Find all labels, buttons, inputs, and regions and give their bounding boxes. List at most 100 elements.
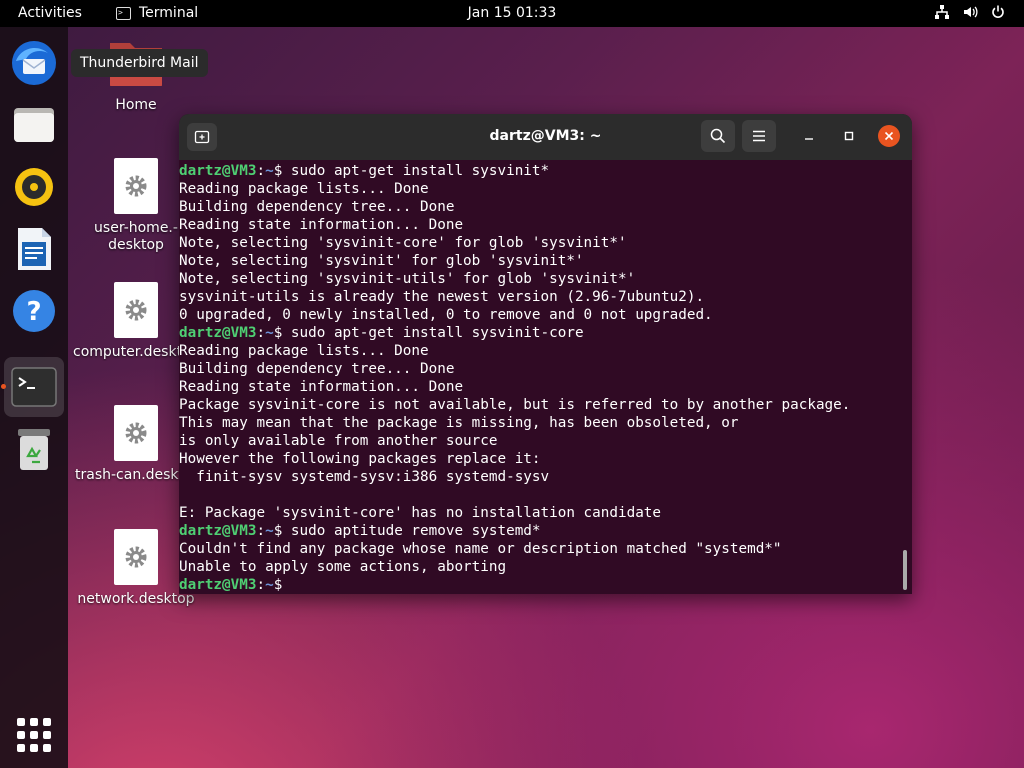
line-text: Note, selecting 'sysvinit-core' for glob… xyxy=(179,235,627,251)
terminal-icon: > xyxy=(116,6,131,20)
terminal-output-line: Building dependency tree... Done xyxy=(179,198,904,216)
terminal-output-line: Reading package lists... Done xyxy=(179,342,904,360)
desktop-file-tile xyxy=(114,158,158,214)
terminal-output-line: Building dependency tree... Done xyxy=(179,360,904,378)
dock-item-files[interactable] xyxy=(4,95,64,155)
dock-item-terminal[interactable] xyxy=(4,357,64,417)
activities-button[interactable]: Activities xyxy=(18,5,82,21)
line-text: E: Package 'sysvinit-core' has no instal… xyxy=(179,505,662,521)
line-text: $ sudo apt-get install sysvinit-core xyxy=(273,325,584,341)
terminal-output-line: 0 upgraded, 0 newly installed, 0 to remo… xyxy=(179,306,904,324)
search-button[interactable] xyxy=(701,120,735,152)
gear-icon xyxy=(125,546,147,568)
desktop-icon-label: Home xyxy=(115,97,157,113)
prompt-path: ~ xyxy=(265,577,274,593)
line-text: This may mean that the package is missin… xyxy=(179,415,739,431)
top-bar: Activities > Terminal Jan 15 01:33 xyxy=(0,0,1024,27)
line-text: Note, selecting 'sysvinit' for glob 'sys… xyxy=(179,253,584,269)
terminal-output-line: Couldn't find any package whose name or … xyxy=(179,540,904,558)
desktop-file-tile xyxy=(114,529,158,585)
desktop-file-tile xyxy=(114,405,158,461)
terminal-output-line: is only available from another source xyxy=(179,432,904,450)
terminal-output-line: Unable to apply some actions, aborting xyxy=(179,558,904,576)
dock-item-writer[interactable] xyxy=(4,219,64,279)
line-text: Note, selecting 'sysvinit-utils' for glo… xyxy=(179,271,636,287)
terminal-output-line: Note, selecting 'sysvinit' for glob 'sys… xyxy=(179,252,904,270)
clock[interactable]: Jan 15 01:33 xyxy=(468,5,557,21)
hamburger-icon xyxy=(753,130,765,142)
svg-text:?: ? xyxy=(26,297,41,327)
line-text: Reading state information... Done xyxy=(179,379,464,395)
gear-icon xyxy=(125,422,147,444)
volume-icon[interactable] xyxy=(962,4,978,20)
app-menu[interactable]: > Terminal xyxy=(116,5,198,21)
prompt-user: dartz@VM3 xyxy=(179,523,257,539)
terminal-prompt-line: dartz@VM3:~$ sudo aptitude remove system… xyxy=(179,523,541,539)
line-text: Building dependency tree... Done xyxy=(179,199,455,215)
running-indicator xyxy=(1,384,6,389)
minimize-button[interactable] xyxy=(798,125,820,147)
system-tray[interactable] xyxy=(934,4,1006,20)
desktop-file-tile xyxy=(114,282,158,338)
terminal-output[interactable]: dartz@VM3:~$ sudo apt-get install sysvin… xyxy=(179,160,904,594)
line-text: 0 upgraded, 0 newly installed, 0 to remo… xyxy=(179,307,713,323)
maximize-icon xyxy=(844,131,854,141)
terminal-prompt-line: dartz@VM3:~$ sudo apt-get install sysvin… xyxy=(179,163,550,179)
dock-item-rhythmbox[interactable] xyxy=(4,157,64,217)
dock-tooltip: Thunderbird Mail xyxy=(71,49,208,77)
line-text: Couldn't find any package whose name or … xyxy=(179,541,782,557)
hamburger-menu-button[interactable] xyxy=(742,120,776,152)
prompt-user: dartz@VM3 xyxy=(179,577,257,593)
terminal-prompt-line: dartz@VM3:~$ sudo apt-get install sysvin… xyxy=(179,325,584,341)
line-text: is only available from another source xyxy=(179,433,498,449)
close-icon xyxy=(884,131,894,141)
terminal-output-line: Note, selecting 'sysvinit-core' for glob… xyxy=(179,234,904,252)
dock-item-help[interactable]: ? xyxy=(4,281,64,341)
terminal-output-line: However the following packages replace i… xyxy=(179,450,904,468)
dock: ? xyxy=(0,27,68,768)
line-text: Building dependency tree... Done xyxy=(179,361,455,377)
maximize-button[interactable] xyxy=(838,125,860,147)
thunderbird-icon xyxy=(12,41,56,85)
prompt-path: ~ xyxy=(265,325,274,341)
network-icon[interactable] xyxy=(934,4,950,20)
line-text: Reading package lists... Done xyxy=(179,343,429,359)
app-menu-label: Terminal xyxy=(139,5,199,21)
terminal-output-line: Reading state information... Done xyxy=(179,378,904,396)
power-icon[interactable] xyxy=(990,4,1006,20)
line-text: $ sudo apt-get install sysvinit* xyxy=(273,163,550,179)
libreoffice-writer-icon xyxy=(18,228,51,270)
trash-icon xyxy=(18,429,50,470)
title-bar[interactable]: dartz@VM3: ~ xyxy=(179,114,912,160)
terminal-output-line: E: Package 'sysvinit-core' has no instal… xyxy=(179,504,904,522)
terminal-output-line: Package sysvinit-core is not available, … xyxy=(179,396,904,414)
new-tab-button[interactable] xyxy=(187,123,217,151)
prompt-user: dartz@VM3 xyxy=(179,163,257,179)
files-icon xyxy=(14,108,54,142)
line-text: $ xyxy=(273,577,291,593)
terminal-icon xyxy=(11,367,57,407)
minimize-icon xyxy=(805,138,813,140)
prompt-path: ~ xyxy=(265,523,274,539)
line-text: Unable to apply some actions, aborting xyxy=(179,559,507,575)
scrollbar[interactable] xyxy=(903,550,907,590)
line-text: $ sudo aptitude remove systemd* xyxy=(273,523,541,539)
line-text: Package sysvinit-core is not available, … xyxy=(179,397,851,413)
line-text: Reading package lists... Done xyxy=(179,181,429,197)
show-applications-icon[interactable] xyxy=(17,718,51,752)
terminal-window[interactable]: dartz@VM3: ~ dartz@VM3:~$ sudo apt-get i… xyxy=(179,114,912,594)
dock-item-thunderbird[interactable] xyxy=(4,33,64,93)
rhythmbox-icon xyxy=(15,168,53,206)
terminal-prompt-line: dartz@VM3:~$ xyxy=(179,577,291,593)
close-button[interactable] xyxy=(878,125,900,147)
line-text: However the following packages replace i… xyxy=(179,451,541,467)
new-tab-icon xyxy=(194,130,210,144)
dock-item-trash[interactable] xyxy=(4,419,64,479)
terminal-output-line: Note, selecting 'sysvinit-utils' for glo… xyxy=(179,270,904,288)
terminal-output-line: Reading package lists... Done xyxy=(179,180,904,198)
line-text: Reading state information... Done xyxy=(179,217,464,233)
search-icon xyxy=(710,128,726,144)
terminal-output-line: This may mean that the package is missin… xyxy=(179,414,904,432)
terminal-output-line: finit-sysv systemd-sysv:i386 systemd-sys… xyxy=(179,468,904,486)
